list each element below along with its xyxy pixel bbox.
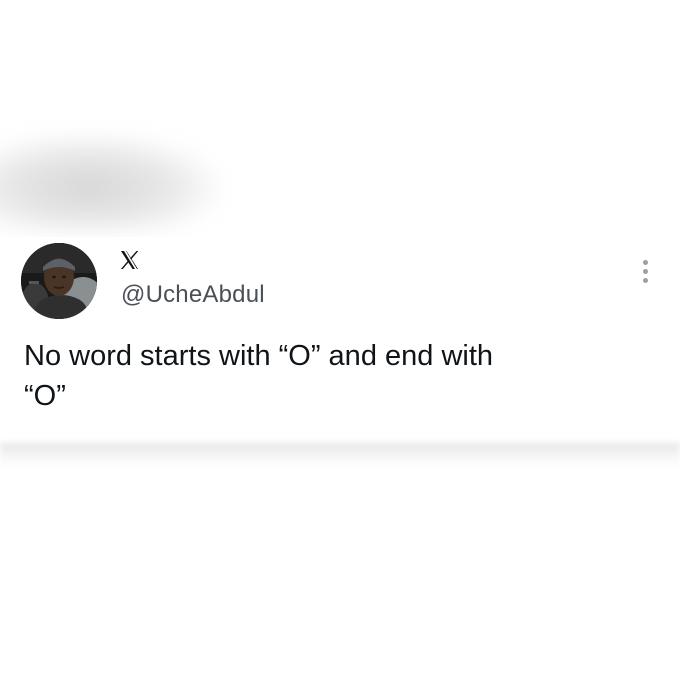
- more-vertical-icon[interactable]: [636, 258, 654, 290]
- tweet-text: No word starts with “O” and end with “O”: [24, 340, 494, 412]
- user-handle[interactable]: @UcheAbdul: [121, 281, 265, 309]
- avatar[interactable]: [21, 243, 97, 319]
- avatar-photo-icon: [21, 243, 97, 319]
- blurred-background-patch: [0, 135, 220, 230]
- card-bottom-shadow: [0, 443, 680, 467]
- page: @UcheAbdul No word starts with “O” and e…: [0, 0, 680, 680]
- x-logo-icon: [120, 250, 139, 270]
